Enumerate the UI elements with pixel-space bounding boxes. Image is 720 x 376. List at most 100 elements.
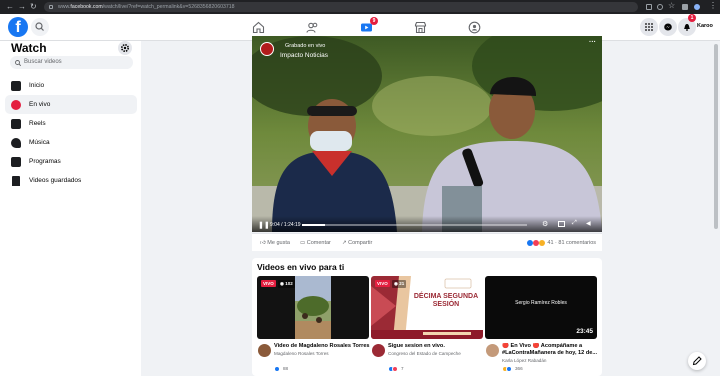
- progress-track[interactable]: [302, 224, 527, 226]
- sidepanel-icon[interactable]: [682, 4, 688, 10]
- address-bar[interactable]: www.facebook.com/watch/live/?ref=watch_p…: [44, 2, 638, 12]
- share-page-icon[interactable]: [657, 4, 663, 10]
- menu-button[interactable]: [640, 18, 658, 36]
- video-author[interactable]: Congreso del Estado de Campeche: [388, 351, 484, 356]
- search-icon: [15, 59, 21, 66]
- sidebar-item-en-vivo[interactable]: En vivo: [5, 95, 137, 114]
- video-frame: [252, 36, 602, 232]
- watch-badge: 9: [370, 17, 378, 25]
- sidebar-item-label: Reels: [29, 120, 46, 127]
- section-title: Videos en vivo para ti: [257, 262, 345, 272]
- sidebar-item-label: Música: [29, 139, 50, 146]
- live-icon: [11, 99, 21, 110]
- page-title: Watch: [11, 41, 47, 55]
- search-placeholder: Buscar videos: [24, 59, 62, 65]
- video-author[interactable]: Karla López Rabadán: [502, 358, 598, 363]
- pause-icon[interactable]: ❚❚: [258, 221, 270, 229]
- channel-name[interactable]: Impacto Noticias: [280, 52, 328, 59]
- friends-icon: [306, 22, 318, 33]
- like-button[interactable]: 👍︎ Me gusta: [260, 234, 290, 252]
- star-icon[interactable]: ☆: [668, 2, 675, 10]
- search-videos-input[interactable]: Buscar videos: [10, 56, 133, 69]
- avatar[interactable]: [486, 344, 499, 357]
- channel-avatar[interactable]: [260, 42, 274, 56]
- reaction-count: 88: [283, 366, 289, 371]
- shows-icon: [11, 156, 21, 167]
- cast-icon[interactable]: [646, 4, 652, 10]
- url-path: /watch/live/?ref=watch_permalink&v=52683…: [102, 4, 235, 10]
- notification-badge: 1: [688, 14, 696, 22]
- live-videos-section: Videos en vivo para ti VIVO ◉ 102 Video …: [252, 258, 602, 376]
- url-host: facebook.com: [70, 4, 103, 10]
- url-prefix: www.: [58, 4, 71, 10]
- viewer-count: ◉ 21: [392, 280, 407, 288]
- browser-toolbar: ← → ↻ www.facebook.com/watch/live/?ref=w…: [0, 0, 720, 14]
- thumbnail-heading-line: DÉCIMA SEGUNDA: [413, 293, 479, 300]
- miniplayer-icon[interactable]: [558, 221, 565, 227]
- watch-sidebar: Watch Buscar videos Inicio En vivo Reels…: [0, 41, 141, 376]
- avatar[interactable]: [258, 344, 271, 357]
- comment-button[interactable]: ▭ Comentar: [300, 234, 331, 252]
- messenger-button[interactable]: [659, 18, 677, 36]
- settings-icon[interactable]: ⚙: [542, 220, 548, 228]
- more-options-icon[interactable]: ···: [589, 39, 596, 46]
- profile-label[interactable]: Karoo: [697, 23, 713, 29]
- back-icon[interactable]: ←: [6, 3, 14, 11]
- video-player[interactable]: Grabado en vivo Impacto Noticias ··· ❚❚ …: [252, 36, 602, 232]
- bookmark-icon: [12, 175, 20, 186]
- marketplace-icon: [414, 21, 427, 34]
- progress-fill: [302, 224, 325, 226]
- video-thumbnail[interactable]: VIVO ◉ 102: [257, 276, 369, 339]
- reaction-count: 366: [515, 366, 523, 371]
- forward-icon[interactable]: →: [18, 3, 26, 11]
- sidebar-item-videos-guardados[interactable]: Videos guardados: [5, 171, 137, 190]
- video-thumbnail[interactable]: VIVO ◉ 21 DÉCIMA SEGUNDA SESIÓN: [371, 276, 483, 339]
- like-reaction-icon: [506, 366, 512, 372]
- viewer-count: ◉ 102: [278, 280, 295, 288]
- viewer-number: 21: [399, 281, 405, 286]
- sidebar-item-inicio[interactable]: Inicio: [5, 76, 137, 95]
- viewer-number: 102: [285, 281, 293, 286]
- thumbnail-heading: DÉCIMA SEGUNDA SESIÓN: [411, 293, 481, 309]
- search-button[interactable]: [31, 18, 49, 36]
- sidebar-item-musica[interactable]: Música: [5, 133, 137, 152]
- reaction-stats[interactable]: 41 · 81 comentarios: [527, 234, 596, 252]
- avatar[interactable]: [372, 344, 385, 357]
- sidebar-item-label: Inicio: [29, 82, 45, 89]
- sidebar-item-label: Programas: [29, 158, 61, 165]
- video-title[interactable]: Sigue sesion en vivo.: [388, 343, 484, 350]
- video-title[interactable]: Video de Magdaleno Rosales Torres: [274, 343, 370, 350]
- profile-avatar-icon[interactable]: [694, 4, 700, 10]
- fullscreen-icon[interactable]: ⤢: [572, 220, 577, 227]
- video-author[interactable]: Magdaleno Rosales Torres: [274, 351, 370, 356]
- video-duration: 23:45: [576, 328, 593, 335]
- settings-button[interactable]: [118, 41, 132, 55]
- sidebar-item-reels[interactable]: Reels: [5, 114, 137, 133]
- home-icon: [252, 21, 265, 34]
- video-controls: ❚❚ 9:04 / 1:24:19 ⚙ ⤢ ◀: [252, 216, 602, 232]
- edit-icon: [692, 356, 702, 366]
- like-reaction-icon: [274, 366, 280, 372]
- video-time: 9:04 / 1:24:19: [270, 222, 301, 228]
- notifications-button[interactable]: 1: [678, 14, 696, 36]
- new-message-button[interactable]: [688, 352, 706, 370]
- video-thumbnail[interactable]: Sergio Ramírez Robles 23:45: [485, 276, 597, 339]
- facebook-logo[interactable]: f: [8, 17, 28, 37]
- sidebar-item-label: Videos guardados: [29, 177, 82, 184]
- reaction-count: 7: [401, 366, 404, 371]
- volume-icon[interactable]: ◀: [586, 220, 591, 227]
- groups-icon: [468, 21, 481, 34]
- thumbnail-heading-line: SESIÓN: [432, 301, 460, 308]
- grid-menu-icon: [645, 23, 653, 31]
- video-title[interactable]: 🔴 En Vivo 🔴 Acompáñame a #LaContraMañane…: [502, 343, 598, 356]
- live-badge: VIVO: [375, 280, 390, 287]
- sidebar-item-programas[interactable]: Programas: [5, 152, 137, 171]
- reload-icon[interactable]: ↻: [30, 3, 37, 11]
- live-badge: VIVO: [261, 280, 276, 287]
- bell-icon: [684, 24, 690, 31]
- reels-icon: [11, 118, 21, 129]
- scrollbar-thumb[interactable]: [714, 44, 718, 229]
- home-play-icon: [11, 80, 21, 91]
- share-button[interactable]: ↗ Compartir: [342, 234, 372, 252]
- menu-kebab-icon[interactable]: ⋮: [709, 2, 717, 10]
